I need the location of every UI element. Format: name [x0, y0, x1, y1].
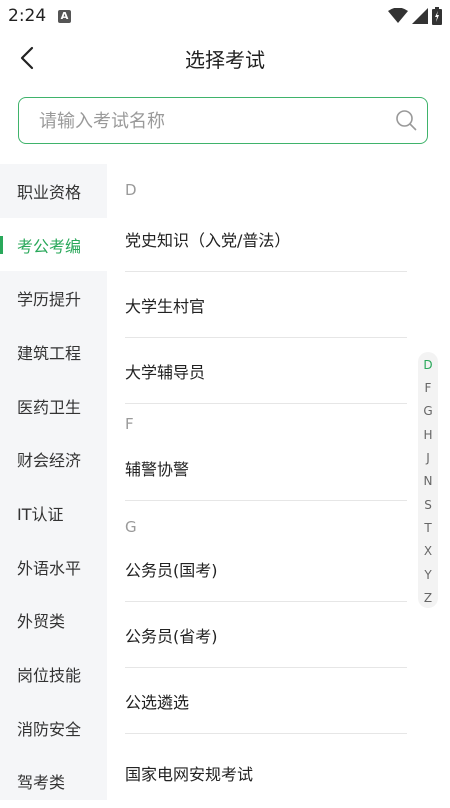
index-letter-h[interactable]: H [418, 428, 438, 442]
status-bar: 2:24 A [0, 0, 450, 32]
app-header: 选择考试 [0, 32, 450, 84]
page-title: 选择考试 [185, 48, 265, 72]
notification-icon: A [58, 10, 71, 23]
index-letter-g[interactable]: G [418, 404, 438, 418]
list-item[interactable]: 公选遴选 [125, 668, 407, 734]
list-item[interactable]: 大学辅导员 [125, 338, 407, 404]
search-icon[interactable] [395, 109, 417, 131]
index-letter-f[interactable]: F [418, 381, 438, 395]
list-item[interactable]: 公务员(国考) [125, 536, 407, 602]
list-item[interactable]: 公务员(省考) [125, 602, 407, 668]
status-time: 2:24 [8, 6, 47, 26]
search-box [18, 97, 428, 144]
sidebar-item-gangwei[interactable]: 岗位技能 [0, 647, 107, 701]
sidebar-item-zhiye[interactable]: 职业资格 [0, 164, 107, 218]
section-header-g: G [125, 518, 137, 536]
wifi-icon [388, 8, 408, 23]
sidebar-item-kaogong[interactable]: 考公考编 [0, 217, 107, 272]
index-letter-z[interactable]: Z [418, 591, 438, 605]
list-item[interactable]: 党史知识（入党/普法） [125, 206, 407, 272]
exam-list: D 党史知识（入党/普法） 大学生村官 大学辅导员 F 辅警协警 G 公务员(国… [107, 164, 450, 800]
sidebar-item-xueli[interactable]: 学历提升 [0, 271, 107, 325]
index-letter-y[interactable]: Y [418, 568, 438, 582]
list-item[interactable]: 辅警协警 [125, 435, 407, 501]
index-letter-n[interactable]: N [418, 474, 438, 488]
list-item[interactable]: 大学生村官 [125, 272, 407, 338]
index-letter-d[interactable]: D [418, 358, 438, 372]
sidebar-item-waiyu[interactable]: 外语水平 [0, 540, 107, 594]
index-letter-x[interactable]: X [418, 544, 438, 558]
sidebar-item-yiyao[interactable]: 医药卫生 [0, 379, 107, 433]
section-header-f: F [125, 415, 134, 433]
index-letter-s[interactable]: S [418, 498, 438, 512]
search-input[interactable] [37, 98, 391, 144]
alphabet-index-bar[interactable]: D F G H J N S T X Y Z [418, 352, 438, 608]
category-sidebar: 职业资格 考公考编 学历提升 建筑工程 医药卫生 财会经济 IT认证 外语水平 … [0, 164, 107, 800]
status-icons [388, 6, 442, 26]
battery-icon [432, 7, 442, 25]
list-item[interactable]: 国家电网安规考试 [125, 740, 407, 806]
sidebar-item-caihui[interactable]: 财会经济 [0, 432, 107, 486]
sidebar-item-it[interactable]: IT认证 [0, 486, 107, 540]
index-letter-t[interactable]: T [418, 521, 438, 535]
index-letter-j[interactable]: J [418, 451, 438, 465]
sidebar-item-jianzhu[interactable]: 建筑工程 [0, 325, 107, 379]
sidebar-item-waimao[interactable]: 外贸类 [0, 594, 107, 648]
sidebar-item-xiaofang[interactable]: 消防安全 [0, 701, 107, 755]
signal-icon [412, 8, 428, 24]
section-header-d: D [125, 181, 137, 199]
